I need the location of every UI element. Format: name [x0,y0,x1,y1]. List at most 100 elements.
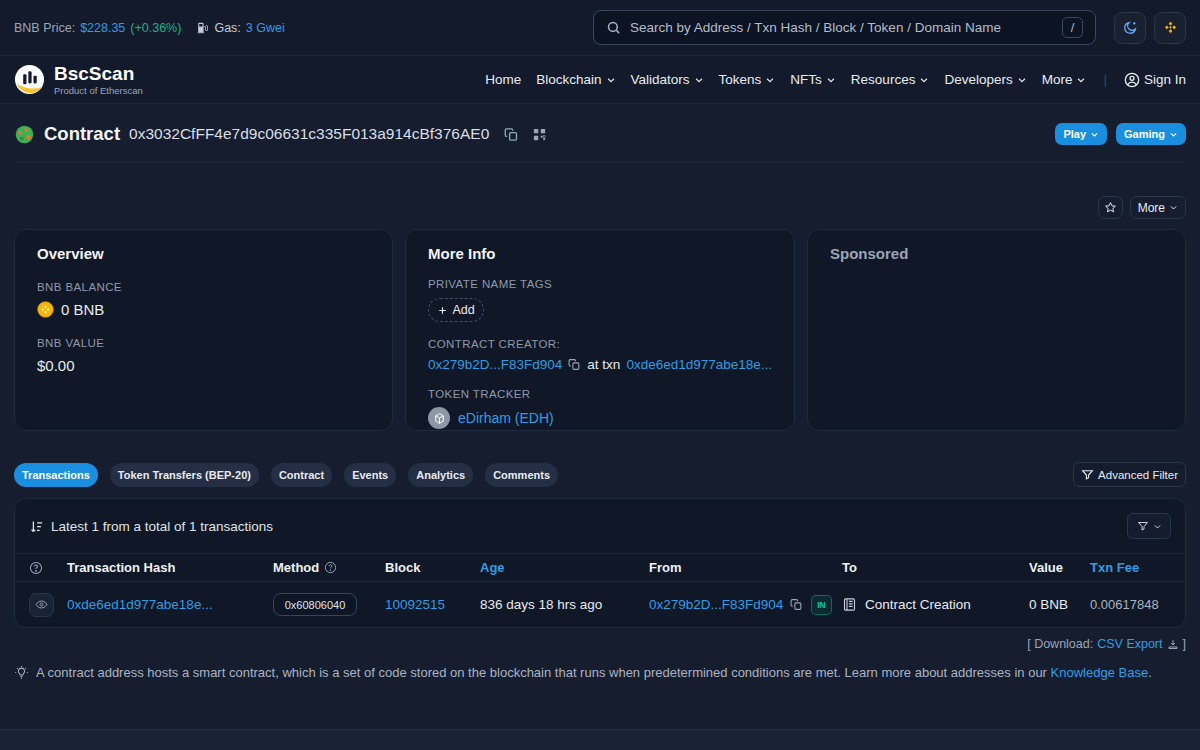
sign-in-button[interactable]: Sign In [1124,72,1186,88]
brand-subtitle: Product of Etherscan [54,85,143,96]
bnb-price-link[interactable]: $228.35 [80,21,125,35]
bnb-value-label: BNB VALUE [37,337,370,349]
bnb-price-label: BNB Price: [14,21,75,35]
nav-item-nfts[interactable]: NFTs [790,72,836,87]
column-transaction-hash: Transaction Hash [67,560,273,575]
download-icon [1167,638,1179,650]
favorite-star-button[interactable] [1098,196,1123,219]
tab-contract[interactable]: Contract [271,463,332,487]
bnb-network-button[interactable] [1154,12,1186,44]
nav-item-resources[interactable]: Resources [851,72,930,87]
tx-block-link[interactable]: 10092515 [385,597,445,612]
gas-pump-icon [196,21,209,34]
more-options-button[interactable]: More [1130,196,1186,219]
nav-divider: | [1103,72,1107,87]
sponsored-title: Sponsored [830,245,1163,262]
column-age[interactable]: Age [480,560,649,575]
tx-value: 0 BNB [1029,597,1068,612]
search-input[interactable] [630,20,1053,35]
bnb-value-amount: $0.00 [37,357,75,374]
bnb-balance-value: 0 BNB [61,301,104,318]
tx-to-text: Contract Creation [865,597,971,612]
play-button[interactable]: Play [1055,123,1107,145]
brand-logo[interactable]: BscScan Product of Etherscan [14,64,143,96]
question-circle-icon[interactable] [324,561,337,574]
chevron-down-icon [606,75,616,85]
transaction-row: 0xde6ed1d977abe18e... 0x60806040 1009251… [15,582,1185,627]
topbar: BNB Price: $228.35 (+0.36%) Gas: 3 Gwei … [0,0,1200,56]
contract-creator-label: CONTRACT CREATOR: [428,338,772,350]
search-icon [606,20,621,35]
nav-item-validators[interactable]: Validators [631,72,704,87]
nav-item-more[interactable]: More [1042,72,1087,87]
theme-toggle-button[interactable] [1114,12,1146,44]
tx-hash-link[interactable]: 0xde6ed1d977abe18e... [67,597,213,612]
column-help-icon[interactable] [29,561,67,575]
contract-avatar [14,124,35,145]
chevron-down-icon [919,75,929,85]
token-tracker-label: TOKEN TRACKER [428,388,772,400]
eye-icon [35,598,48,611]
tx-from-link[interactable]: 0x279b2D...F83Fd904 [649,597,783,612]
plus-icon [437,305,448,316]
tx-age: 836 days 18 hrs ago [480,597,602,612]
advanced-filter-button[interactable]: Advanced Filter [1073,462,1186,487]
add-name-tag-button[interactable]: Add [428,298,484,322]
download-prefix: [ Download: [1027,637,1093,651]
search-shortcut-key: / [1062,17,1083,38]
column-to: To [842,560,1029,575]
knowledge-base-link[interactable]: Knowledge Base [1051,665,1149,680]
sponsored-card: Sponsored [807,229,1186,431]
chevron-down-icon [1153,522,1162,531]
copy-address-icon[interactable] [504,127,519,142]
more-info-card: More Info PRIVATE NAME TAGS Add CONTRACT… [405,229,795,431]
table-filter-button[interactable] [1127,513,1171,539]
creator-address-link[interactable]: 0x279b2D...F83Fd904 [428,357,562,372]
column-value: Value [1029,560,1090,575]
nav-item-developers[interactable]: Developers [944,72,1026,87]
gas-value-link[interactable]: 3 Gwei [246,21,285,35]
contract-address: 0x3032CfFF4e7d9c06631c335F013a914cBf376A… [129,125,489,143]
page-title: Contract [44,123,120,145]
header-divider [14,162,1186,163]
bnb-balance-label: BNB BALANCE [37,281,370,293]
creator-at-txn: at txn [587,357,620,372]
bnb-price-change: (+0.36%) [130,21,181,35]
transactions-table-card: Latest 1 from a total of 1 transactions … [14,498,1186,628]
column-method: Method [273,560,385,575]
copy-creator-icon[interactable] [568,358,581,371]
bscscan-logo-icon [14,64,45,95]
tab-transactions[interactable]: Transactions [14,463,98,487]
tab-comments[interactable]: Comments [485,463,558,487]
overview-card: Overview BNB BALANCE 0 BNB BNB VALUE $0.… [14,229,393,431]
tx-direction-badge: IN [811,595,832,615]
tab-analytics[interactable]: Analytics [408,463,473,487]
qr-code-icon[interactable] [532,127,547,142]
user-icon [1124,72,1140,88]
lightbulb-icon [14,665,29,680]
download-suffix: ] [1183,637,1186,651]
tab-events[interactable]: Events [344,463,396,487]
copy-from-icon[interactable] [790,598,803,611]
star-icon [1104,201,1117,214]
token-icon [428,407,450,429]
csv-export-link[interactable]: CSV Export [1097,637,1162,651]
token-tracker-link[interactable]: eDirham (EDH) [458,410,554,426]
tx-method-badge: 0x60806040 [273,593,357,616]
creator-txn-link[interactable]: 0xde6ed1d977abe18e... [626,357,772,372]
column-block: Block [385,560,480,575]
nav-item-tokens[interactable]: Tokens [719,72,776,87]
gaming-button[interactable]: Gaming [1116,123,1186,145]
contract-file-icon [842,597,857,612]
contract-tip-text: A contract address hosts a smart contrac… [36,665,1152,680]
sort-icon [29,519,44,534]
column-txn-fee[interactable]: Txn Fee [1090,560,1171,575]
nav-item-home[interactable]: Home [485,72,521,87]
tx-preview-eye-button[interactable] [29,593,54,617]
gas-label: Gas: [214,21,240,35]
bnb-coin-icon [37,301,54,318]
main-nav: BscScan Product of Etherscan Home Blockc… [0,56,1200,104]
overview-title: Overview [37,245,370,262]
tab-token-transfers[interactable]: Token Transfers (BEP-20) [110,463,259,487]
nav-item-blockchain[interactable]: Blockchain [536,72,615,87]
